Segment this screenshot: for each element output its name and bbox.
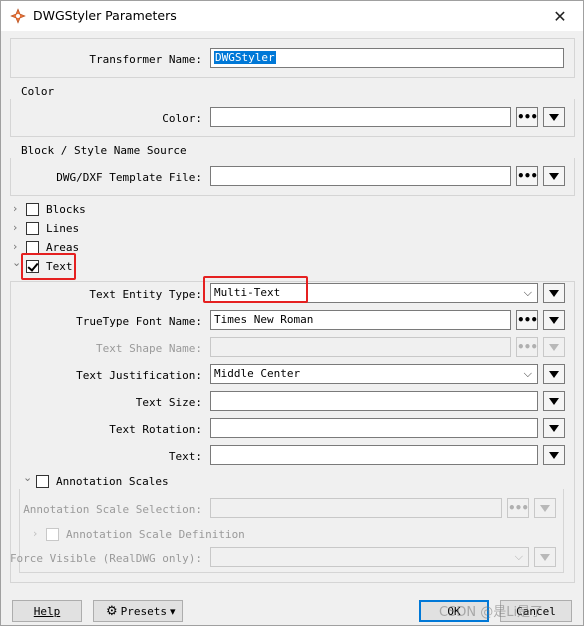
help-button-label: Help: [33, 604, 61, 618]
annotation-scales-label: Annotation Scales: [56, 475, 169, 488]
annotation-selection-menu-button: [534, 498, 556, 518]
blocks-section-label: Blocks: [46, 203, 86, 216]
annotation-selection-label: Annotation Scale Selection:: [23, 503, 202, 516]
annotation-definition-checkbox: [46, 528, 59, 541]
annotation-selection-browse-button: •••: [507, 498, 529, 518]
annotation-collapse-icon[interactable]: ⌄: [23, 472, 33, 483]
color-group-title: Color: [21, 85, 55, 98]
close-button[interactable]: ✕: [537, 1, 583, 31]
help-button[interactable]: Help: [12, 600, 82, 622]
justification-label: Text Justification:: [76, 369, 202, 382]
justification-select[interactable]: Middle Center ⌵: [210, 364, 538, 384]
close-icon: ✕: [553, 6, 567, 26]
force-visible-select: ⌵: [210, 547, 529, 567]
gear-icon: ⚙: [106, 603, 118, 619]
text-section-highlight: [21, 253, 76, 280]
block-style-group-title: Block / Style Name Source: [21, 144, 187, 157]
presets-button-label: Presets: [120, 604, 168, 618]
color-menu-button[interactable]: [543, 107, 565, 127]
template-file-input[interactable]: [210, 166, 511, 186]
presets-button[interactable]: ⚙ Presets ▾: [93, 600, 183, 622]
text-size-menu-button[interactable]: [543, 391, 565, 411]
dialog-window: DWGStyler Parameters ✕ Transformer Name:…: [0, 0, 584, 626]
color-input[interactable]: [210, 107, 511, 127]
font-name-menu-button[interactable]: [543, 310, 565, 330]
transformer-name-label: Transformer Name:: [89, 53, 202, 66]
annotation-selection-input: [210, 498, 502, 518]
text-size-input[interactable]: [210, 391, 538, 411]
text-entity-type-menu-button[interactable]: [543, 283, 565, 303]
lines-expand-icon[interactable]: ›: [13, 222, 23, 233]
text-value-menu-button[interactable]: [543, 445, 565, 465]
chevron-down-icon: ⌵: [523, 286, 532, 299]
text-rotation-label: Text Rotation:: [109, 423, 202, 436]
template-file-label: DWG/DXF Template File:: [56, 171, 202, 184]
transformer-name-input[interactable]: DWGStyler: [210, 48, 564, 68]
force-visible-label: Force Visible (RealDWG only):: [9, 552, 202, 565]
transformer-name-value: DWGStyler: [214, 51, 276, 64]
justification-value: Middle Center: [214, 367, 301, 380]
shape-name-menu-button: [543, 337, 565, 357]
color-browse-button[interactable]: •••: [516, 107, 538, 127]
template-file-menu-button[interactable]: [543, 166, 565, 186]
font-name-input[interactable]: Times New Roman: [210, 310, 511, 330]
text-value-label: Text:: [168, 450, 202, 463]
template-file-browse-button[interactable]: •••: [516, 166, 538, 186]
title-bar: DWGStyler Parameters ✕: [1, 1, 583, 31]
font-name-label: TrueType Font Name:: [76, 315, 202, 328]
text-value-input[interactable]: [210, 445, 538, 465]
entity-type-highlight: [203, 276, 308, 303]
definition-expand-icon: ›: [33, 527, 38, 540]
lines-checkbox[interactable]: [26, 222, 39, 235]
force-visible-menu-button: [534, 547, 556, 567]
text-entity-type-label: Text Entity Type:: [89, 288, 202, 301]
justification-menu-button[interactable]: [543, 364, 565, 384]
shape-name-browse-button: •••: [516, 337, 538, 357]
annotation-definition-label: Annotation Scale Definition: [66, 528, 245, 541]
text-rotation-menu-button[interactable]: [543, 418, 565, 438]
annotation-scales-checkbox[interactable]: [36, 475, 49, 488]
font-name-browse-button[interactable]: •••: [516, 310, 538, 330]
blocks-expand-icon[interactable]: ›: [13, 203, 23, 214]
watermark-text: CSDN @是Li是了: [439, 605, 544, 620]
chevron-down-icon: ⌵: [514, 550, 523, 563]
lines-section-label: Lines: [46, 222, 80, 235]
window-title: DWGStyler Parameters: [33, 8, 177, 23]
blocks-checkbox[interactable]: [26, 203, 39, 216]
text-size-label: Text Size:: [135, 396, 202, 409]
shape-name-label: Text Shape Name:: [96, 342, 202, 355]
fme-app-icon: [10, 8, 26, 24]
chevron-down-icon: ⌵: [523, 367, 532, 380]
presets-dropdown-arrow: ▾: [170, 604, 176, 618]
text-rotation-input[interactable]: [210, 418, 538, 438]
color-label: Color:: [162, 112, 202, 125]
shape-name-input: [210, 337, 511, 357]
areas-expand-icon[interactable]: ›: [13, 241, 23, 252]
